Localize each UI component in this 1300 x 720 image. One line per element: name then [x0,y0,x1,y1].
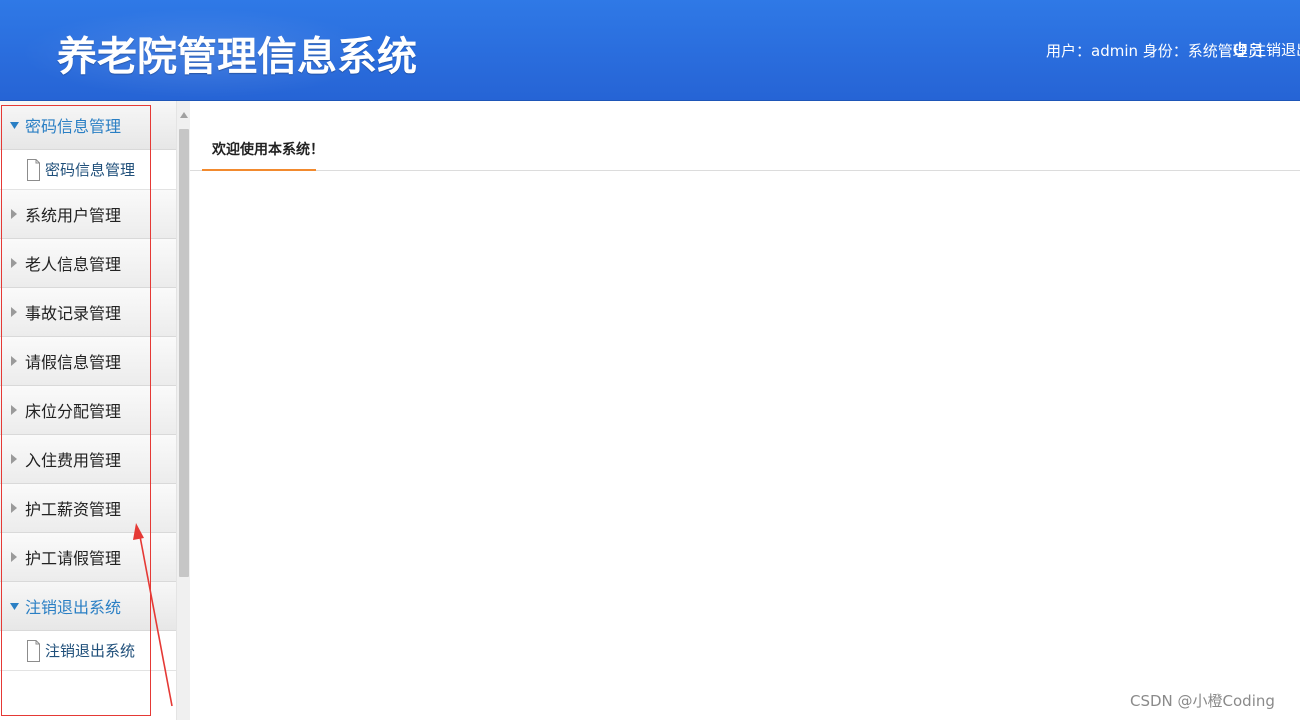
menu-group-logout-system[interactable]: 注销退出系统 [0,582,176,631]
logout-label: 注销退出 [1251,40,1300,59]
menu-group-accident-records[interactable]: 事故记录管理 [0,288,176,337]
menu-group-elderly-info[interactable]: 老人信息管理 [0,239,176,288]
menu-group-label: 系统用户管理 [25,206,122,225]
triangle-right-icon [9,258,19,268]
app-title: 养老院管理信息系统 [57,34,417,80]
sidebar-menu: 密码信息管理 密码信息管理 系统用户管理 老人信息管理 事故记录管理 请假信息管… [0,101,176,720]
menu-group-bed-allocation[interactable]: 床位分配管理 [0,386,176,435]
triangle-down-icon [9,121,19,129]
menu-group-label: 护工请假管理 [25,549,122,568]
document-icon [27,639,40,662]
document-icon [27,158,40,181]
scrollbar-thumb[interactable] [179,129,189,577]
menu-group-label: 请假信息管理 [25,353,122,372]
menu-group-system-users[interactable]: 系统用户管理 [0,190,176,239]
app-header: 养老院管理信息系统 用户：admin 身份：系统管理员 注销退出 [0,0,1300,101]
sidebar-scrollbar[interactable] [176,101,190,720]
triangle-right-icon [9,356,19,366]
menu-group-caregiver-salary[interactable]: 护工薪资管理 [0,484,176,533]
triangle-right-icon [9,503,19,513]
tab-welcome[interactable]: 欢迎使用本系统！ [202,129,324,171]
menu-group-label: 入住费用管理 [25,451,122,470]
logout-button[interactable]: 注销退出 [1232,38,1300,60]
power-icon [1233,41,1247,56]
menu-group-label: 注销退出系统 [25,598,122,617]
menu-group-label: 护工薪资管理 [25,500,122,519]
triangle-right-icon [9,454,19,464]
triangle-down-icon [9,602,19,610]
tab-label: 欢迎使用本系统！ [212,142,324,158]
menu-group-label: 床位分配管理 [25,402,122,421]
menu-group-label: 密码信息管理 [25,117,122,136]
menu-group-label: 事故记录管理 [25,304,122,323]
triangle-right-icon [9,405,19,415]
menu-group-checkin-fees[interactable]: 入住费用管理 [0,435,176,484]
menu-group-password[interactable]: 密码信息管理 [0,101,176,150]
menu-group-label: 老人信息管理 [25,255,122,274]
triangle-right-icon [9,307,19,317]
main-content: 欢迎使用本系统！ [190,101,1300,720]
triangle-right-icon [9,552,19,562]
menu-item-password-info[interactable]: 密码信息管理 [0,150,176,190]
menu-item-label: 密码信息管理 [45,161,136,179]
menu-item-logout-system[interactable]: 注销退出系统 [0,631,176,671]
menu-item-label: 注销退出系统 [45,642,136,660]
sidebar-empty-area [0,671,176,720]
scroll-up-arrow-icon[interactable] [177,109,191,121]
menu-group-caregiver-leave[interactable]: 护工请假管理 [0,533,176,582]
csdn-watermark: CSDN @小橙Coding [1130,692,1275,710]
tab-bar: 欢迎使用本系统！ [190,101,1300,171]
menu-group-leave-info[interactable]: 请假信息管理 [0,337,176,386]
user-info: 用户：admin 身份：系统管理员 [1046,42,1263,60]
triangle-right-icon [9,209,19,219]
